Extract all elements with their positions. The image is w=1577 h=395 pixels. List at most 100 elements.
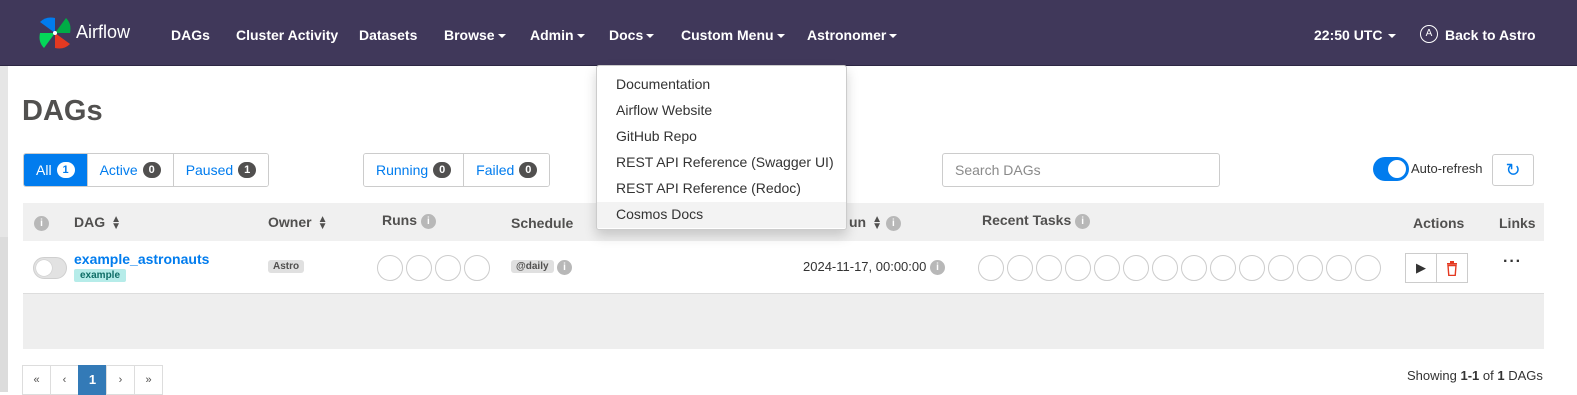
task-status-circle[interactable]	[1152, 255, 1178, 281]
run-status-circle[interactable]	[406, 255, 432, 281]
refresh-button[interactable]: ↻	[1492, 154, 1534, 186]
trigger-dag-button[interactable]: ▶	[1405, 253, 1437, 283]
task-status-circle[interactable]	[1181, 255, 1207, 281]
nav-browse[interactable]: Browse	[444, 27, 506, 43]
navbar: Airflow DAGs Cluster Activity Datasets B…	[0, 0, 1577, 66]
chevron-down-icon	[576, 34, 585, 39]
auto-refresh-toggle[interactable]	[1373, 157, 1409, 181]
chevron-down-icon	[497, 34, 506, 39]
run-status-circle[interactable]	[377, 255, 403, 281]
header-links: Links	[1499, 215, 1536, 231]
timezone-menu[interactable]: 22:50 UTC	[1314, 27, 1397, 43]
window-edge	[0, 237, 8, 392]
next-run-value: 2024-11-17, 00:00:00 i	[803, 259, 945, 276]
task-status-circle[interactable]	[1239, 255, 1265, 281]
info-icon[interactable]: i	[557, 260, 572, 275]
info-icon: i	[1075, 213, 1091, 229]
nav-cluster-activity[interactable]: Cluster Activity	[236, 27, 338, 43]
brand-name[interactable]: Airflow	[76, 22, 130, 43]
chevron-down-icon	[889, 34, 898, 39]
run-status-circle[interactable]	[464, 255, 490, 281]
showing-count: Showing 1-1 of 1 DAGs	[1407, 368, 1543, 383]
dag-link[interactable]: example_astronauts	[74, 251, 209, 267]
docs-item-swagger[interactable]: REST API Reference (Swagger UI)	[597, 150, 846, 176]
status-filter-group: All 1 Active 0 Paused 1	[23, 153, 270, 187]
task-status-circle[interactable]	[1007, 255, 1033, 281]
delete-dag-button[interactable]	[1436, 253, 1468, 283]
count-badge: 0	[433, 162, 452, 178]
docs-item-airflow-website[interactable]: Airflow Website	[597, 98, 846, 124]
sort-icon: ▲ ▼	[111, 214, 122, 233]
count-badge: 0	[142, 162, 161, 178]
search-dags-input[interactable]	[942, 153, 1220, 187]
owner-label[interactable]: Astro	[268, 260, 305, 273]
header-owner[interactable]: Owner ▲ ▼	[268, 214, 327, 232]
page-title: DAGs	[22, 95, 103, 127]
filter-active-button[interactable]: Active 0	[87, 154, 174, 186]
pagination: « ‹ 1 › »	[22, 365, 163, 395]
chevron-down-icon	[646, 34, 655, 39]
header-dag[interactable]: DAG ▲ ▼	[74, 214, 122, 233]
refresh-icon: ↻	[1505, 160, 1521, 180]
task-status-circle[interactable]	[1268, 255, 1294, 281]
filter-running-button[interactable]: Running 0	[364, 154, 465, 186]
task-status-circle[interactable]	[1355, 255, 1381, 281]
page-first-button[interactable]: «	[22, 365, 51, 395]
trash-icon	[1447, 261, 1457, 277]
play-icon: ▶	[1416, 260, 1426, 275]
chevron-down-icon	[776, 34, 785, 39]
back-to-astro-link[interactable]: Back to Astro	[1445, 27, 1536, 43]
count-badge: 1	[56, 162, 75, 178]
docs-item-github-repo[interactable]: GitHub Repo	[597, 124, 846, 150]
count-badge: 0	[519, 162, 538, 178]
task-status-circle[interactable]	[978, 255, 1004, 281]
filter-failed-button[interactable]: Failed 0	[464, 154, 550, 186]
task-status-circle[interactable]	[1297, 255, 1323, 281]
run-filter-group: Running 0 Failed 0	[363, 153, 551, 187]
sort-icon: ▲ ▼	[872, 214, 883, 233]
nav-astronomer[interactable]: Astronomer	[807, 27, 898, 43]
info-icon: i	[420, 213, 436, 229]
chevron-down-icon	[1388, 34, 1397, 39]
header-schedule: Schedule	[511, 215, 574, 231]
task-status-circle[interactable]	[1123, 255, 1149, 281]
task-status-circle[interactable]	[1036, 255, 1062, 281]
nav-docs[interactable]: Docs	[609, 27, 655, 43]
nav-admin[interactable]: Admin	[530, 27, 585, 43]
page-current-button[interactable]: 1	[78, 365, 107, 395]
info-icon[interactable]: i	[34, 214, 49, 231]
table-row: example_astronauts example Astro @daily …	[23, 241, 1544, 294]
docs-item-cosmos-docs[interactable]: Cosmos Docs	[597, 202, 846, 228]
docs-item-redoc[interactable]: REST API Reference (Redoc)	[597, 176, 846, 202]
astro-icon[interactable]: A	[1420, 25, 1438, 43]
info-icon: i	[885, 215, 901, 231]
task-status-circle[interactable]	[1326, 255, 1352, 281]
info-icon: i	[930, 260, 945, 276]
run-status-circle[interactable]	[435, 255, 461, 281]
header-next-run[interactable]: un ▲ ▼ i	[849, 214, 901, 233]
page-prev-button[interactable]: ‹	[50, 365, 79, 395]
auto-refresh-label: Auto-refresh	[1411, 161, 1483, 176]
docs-dropdown-menu: Documentation Airflow Website GitHub Rep…	[596, 65, 847, 230]
airflow-logo-icon[interactable]	[36, 14, 74, 52]
schedule-label[interactable]: @daily	[511, 260, 554, 273]
docs-item-documentation[interactable]: Documentation	[597, 72, 846, 98]
header-recent-tasks: Recent Tasks i	[982, 212, 1091, 229]
dag-tag[interactable]: example	[74, 269, 127, 282]
filter-all-button[interactable]: All 1	[24, 154, 88, 186]
pause-dag-toggle[interactable]	[33, 257, 67, 279]
nav-datasets[interactable]: Datasets	[359, 27, 417, 43]
nav-custom-menu[interactable]: Custom Menu	[681, 27, 785, 43]
filter-paused-button[interactable]: Paused 1	[173, 154, 269, 186]
header-runs: Runs i	[382, 212, 436, 229]
nav-dags[interactable]: DAGs	[171, 27, 210, 43]
task-status-circle[interactable]	[1094, 255, 1120, 281]
task-status-circle[interactable]	[1065, 255, 1091, 281]
task-status-circle[interactable]	[1210, 255, 1236, 281]
page-last-button[interactable]: »	[134, 365, 163, 395]
header-actions: Actions	[1413, 215, 1465, 231]
page-next-button[interactable]: ›	[106, 365, 135, 395]
more-links-icon[interactable]: ···	[1503, 253, 1522, 271]
table-empty-area	[23, 294, 1544, 349]
count-badge: 1	[238, 162, 257, 178]
